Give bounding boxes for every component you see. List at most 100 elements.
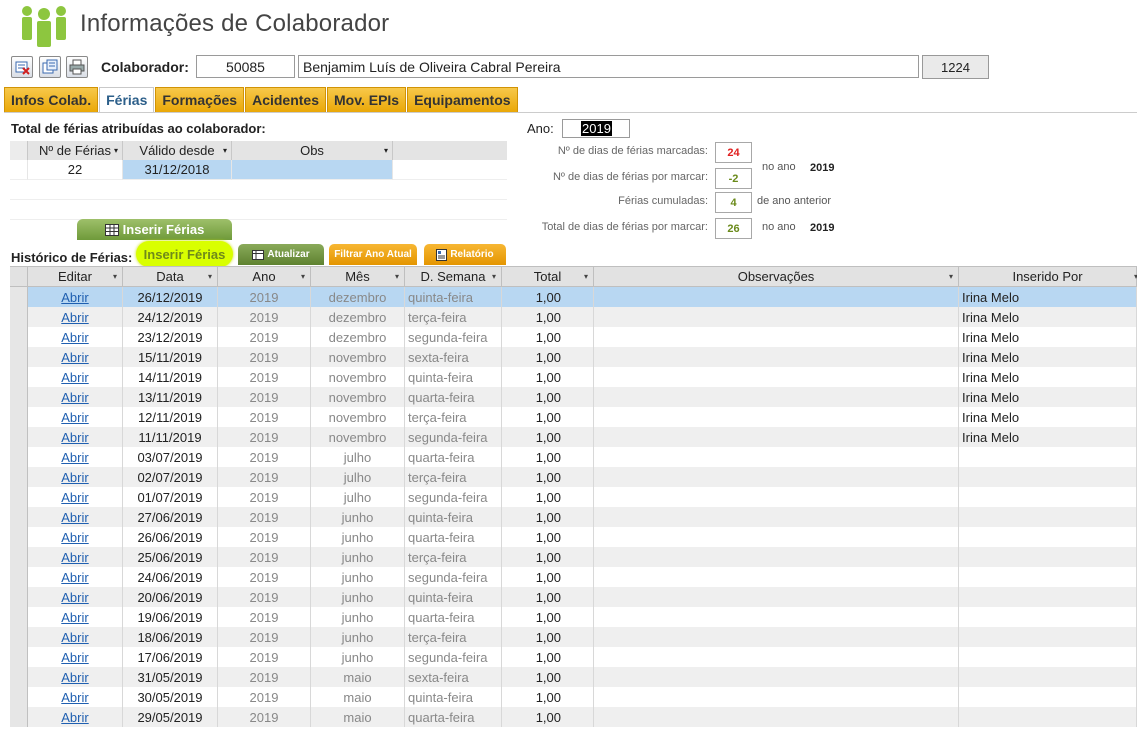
col-dia-semana[interactable]: D. Semana ▾: [405, 267, 502, 286]
abrir-link[interactable]: Abrir: [61, 410, 88, 425]
cell-inserido-por[interactable]: [959, 527, 1137, 547]
abrir-link[interactable]: Abrir: [61, 290, 88, 305]
cell-data[interactable]: 01/07/2019: [123, 487, 218, 507]
cell-data[interactable]: 02/07/2019: [123, 467, 218, 487]
record-selector[interactable]: [10, 467, 28, 487]
abrir-link[interactable]: Abrir: [61, 490, 88, 505]
cell-total[interactable]: 1,00: [502, 607, 594, 627]
abrir-link[interactable]: Abrir: [61, 510, 88, 525]
table-row[interactable]: Abrir 03/07/2019 2019 julho quarta-feira 1,00: [10, 447, 1137, 467]
table-row[interactable]: Abrir 26/06/2019 2019 junho quarta-feira 1,00: [10, 527, 1137, 547]
cell-editar-link[interactable]: Abrir: [28, 307, 123, 327]
table-row[interactable]: Abrir 01/07/2019 2019 julho segunda-feira 1,0…: [10, 487, 1137, 507]
table-row[interactable]: Abrir 18/06/2019 2019 junho terça-feira 1,00: [10, 627, 1137, 647]
cell-observacoes[interactable]: [594, 347, 959, 367]
cell-ano[interactable]: 2019: [218, 587, 311, 607]
abrir-link[interactable]: Abrir: [61, 610, 88, 625]
cell-mes[interactable]: junho: [311, 527, 405, 547]
cell-editar-link[interactable]: Abrir: [28, 647, 123, 667]
cell-mes[interactable]: junho: [311, 547, 405, 567]
table-row[interactable]: Abrir 29/05/2019 2019 maio quarta-feira 1,00: [10, 707, 1137, 727]
cell-ano[interactable]: 2019: [218, 707, 311, 727]
record-selector[interactable]: [10, 387, 28, 407]
cell-total[interactable]: 1,00: [502, 687, 594, 707]
atualizar-button[interactable]: Atualizar: [238, 244, 324, 265]
tab-acidentes[interactable]: Acidentes: [245, 87, 326, 112]
cell-observacoes[interactable]: [594, 587, 959, 607]
abrir-link[interactable]: Abrir: [61, 370, 88, 385]
col-editar[interactable]: Editar ▾: [28, 267, 123, 286]
cell-observacoes[interactable]: [594, 467, 959, 487]
table-row[interactable]: Abrir 25/06/2019 2019 junho terça-feira 1,00: [10, 547, 1137, 567]
cell-dia-semana[interactable]: terça-feira: [405, 407, 502, 427]
cell-editar-link[interactable]: Abrir: [28, 427, 123, 447]
cell-observacoes[interactable]: [594, 407, 959, 427]
cell-mes[interactable]: junho: [311, 587, 405, 607]
cell-mes[interactable]: junho: [311, 627, 405, 647]
cell-total[interactable]: 1,00: [502, 547, 594, 567]
record-selector[interactable]: [10, 627, 28, 647]
record-selector[interactable]: [10, 287, 28, 307]
cell-observacoes[interactable]: [594, 387, 959, 407]
cell-editar-link[interactable]: Abrir: [28, 287, 123, 307]
cell-data[interactable]: 24/06/2019: [123, 567, 218, 587]
cell-editar-link[interactable]: Abrir: [28, 707, 123, 727]
cell-mes[interactable]: novembro: [311, 407, 405, 427]
cell-editar-link[interactable]: Abrir: [28, 687, 123, 707]
cell-total[interactable]: 1,00: [502, 327, 594, 347]
cell-ano[interactable]: 2019: [218, 367, 311, 387]
tab-mov-epis[interactable]: Mov. EPIs: [327, 87, 407, 112]
record-selector[interactable]: [10, 547, 28, 567]
col-inserido-por[interactable]: Inserido Por ▾: [959, 267, 1137, 286]
cell-mes[interactable]: novembro: [311, 367, 405, 387]
cell-ano[interactable]: 2019: [218, 567, 311, 587]
cell-mes[interactable]: maio: [311, 667, 405, 687]
cell-data[interactable]: 17/06/2019: [123, 647, 218, 667]
cell-editar-link[interactable]: Abrir: [28, 327, 123, 347]
cell-data[interactable]: 30/05/2019: [123, 687, 218, 707]
col-ano[interactable]: Ano ▾: [218, 267, 311, 286]
cell-dia-semana[interactable]: quarta-feira: [405, 387, 502, 407]
cell-ano[interactable]: 2019: [218, 447, 311, 467]
record-selector[interactable]: [10, 567, 28, 587]
cell-total[interactable]: 1,00: [502, 487, 594, 507]
cell-inserido-por[interactable]: [959, 667, 1137, 687]
table-row[interactable]: Abrir 24/12/2019 2019 dezembro terça-feira 1,…: [10, 307, 1137, 327]
table-row[interactable]: Abrir 24/06/2019 2019 junho segunda-feira 1,0…: [10, 567, 1137, 587]
cell-ano[interactable]: 2019: [218, 647, 311, 667]
cell-dia-semana[interactable]: sexta-feira: [405, 667, 502, 687]
cell-inserido-por[interactable]: Irina Melo: [959, 427, 1137, 447]
record-selector[interactable]: [10, 687, 28, 707]
cell-n-ferias[interactable]: 22: [28, 160, 123, 180]
cell-ano[interactable]: 2019: [218, 687, 311, 707]
cell-mes[interactable]: maio: [311, 687, 405, 707]
cell-dia-semana[interactable]: sexta-feira: [405, 347, 502, 367]
cell-dia-semana[interactable]: quinta-feira: [405, 587, 502, 607]
cell-total[interactable]: 1,00: [502, 707, 594, 727]
cell-total[interactable]: 1,00: [502, 567, 594, 587]
colaborador-id-field[interactable]: 50085: [196, 55, 295, 78]
cell-mes[interactable]: dezembro: [311, 307, 405, 327]
cell-total[interactable]: 1,00: [502, 427, 594, 447]
col-mes[interactable]: Mês ▾: [311, 267, 405, 286]
tab-ferias[interactable]: Férias: [99, 87, 155, 112]
cell-mes[interactable]: dezembro: [311, 287, 405, 307]
cell-editar-link[interactable]: Abrir: [28, 447, 123, 467]
record-selector[interactable]: [10, 667, 28, 687]
abrir-link[interactable]: Abrir: [61, 550, 88, 565]
record-selector[interactable]: [10, 447, 28, 467]
cell-inserido-por[interactable]: [959, 487, 1137, 507]
cell-editar-link[interactable]: Abrir: [28, 507, 123, 527]
cell-mes[interactable]: junho: [311, 647, 405, 667]
cell-inserido-por[interactable]: [959, 607, 1137, 627]
cell-dia-semana[interactable]: quinta-feira: [405, 287, 502, 307]
cell-data[interactable]: 20/06/2019: [123, 587, 218, 607]
cell-observacoes[interactable]: [594, 527, 959, 547]
abrir-link[interactable]: Abrir: [61, 390, 88, 405]
cell-ano[interactable]: 2019: [218, 627, 311, 647]
cell-observacoes[interactable]: [594, 647, 959, 667]
abrir-link[interactable]: Abrir: [61, 310, 88, 325]
cell-mes[interactable]: dezembro: [311, 327, 405, 347]
cell-editar-link[interactable]: Abrir: [28, 467, 123, 487]
cell-observacoes[interactable]: [594, 287, 959, 307]
